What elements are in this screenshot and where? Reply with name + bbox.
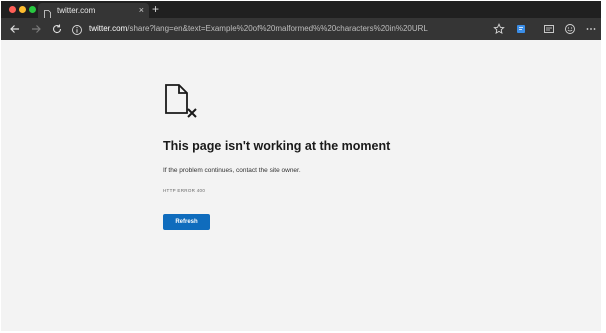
close-tab-icon[interactable]: × — [139, 4, 144, 16]
error-message: If the problem continues, contact the si… — [163, 167, 301, 174]
more-icon[interactable] — [584, 22, 598, 36]
forward-icon[interactable] — [29, 22, 43, 36]
collections-icon[interactable] — [514, 22, 528, 36]
broken-page-icon — [164, 83, 198, 121]
address-toolbar: twitter.com/share?lang=en&text=Example%2… — [1, 18, 601, 40]
new-tab-button[interactable]: + — [152, 2, 159, 16]
info-icon[interactable] — [71, 23, 83, 35]
page-icon — [44, 6, 51, 19]
tab-title: twitter.com — [57, 6, 96, 15]
maximize-window-button[interactable] — [29, 6, 36, 13]
reload-icon[interactable] — [50, 22, 64, 36]
refresh-button[interactable]: Refresh — [163, 214, 210, 230]
url-host: twitter.com — [89, 24, 128, 33]
url-path: /share?lang=en&text=Example%20of%20malfo… — [127, 24, 428, 33]
error-title: This page isn't working at the moment — [163, 139, 391, 153]
tab-twitter[interactable]: twitter.com × — [38, 3, 149, 19]
reading-icon[interactable] — [542, 22, 556, 36]
address-bar-url[interactable]: twitter.com/share?lang=en&text=Example%2… — [89, 23, 428, 35]
close-window-button[interactable] — [9, 6, 16, 13]
title-bar: twitter.com × + — [1, 1, 601, 19]
back-icon[interactable] — [8, 22, 22, 36]
star-icon[interactable] — [492, 22, 506, 36]
smiley-icon[interactable] — [563, 22, 577, 36]
minimize-window-button[interactable] — [19, 6, 26, 13]
error-code: HTTP ERROR 400 — [163, 188, 206, 193]
browser-window: twitter.com × + twitter.com/share?lang=e… — [1, 1, 601, 331]
